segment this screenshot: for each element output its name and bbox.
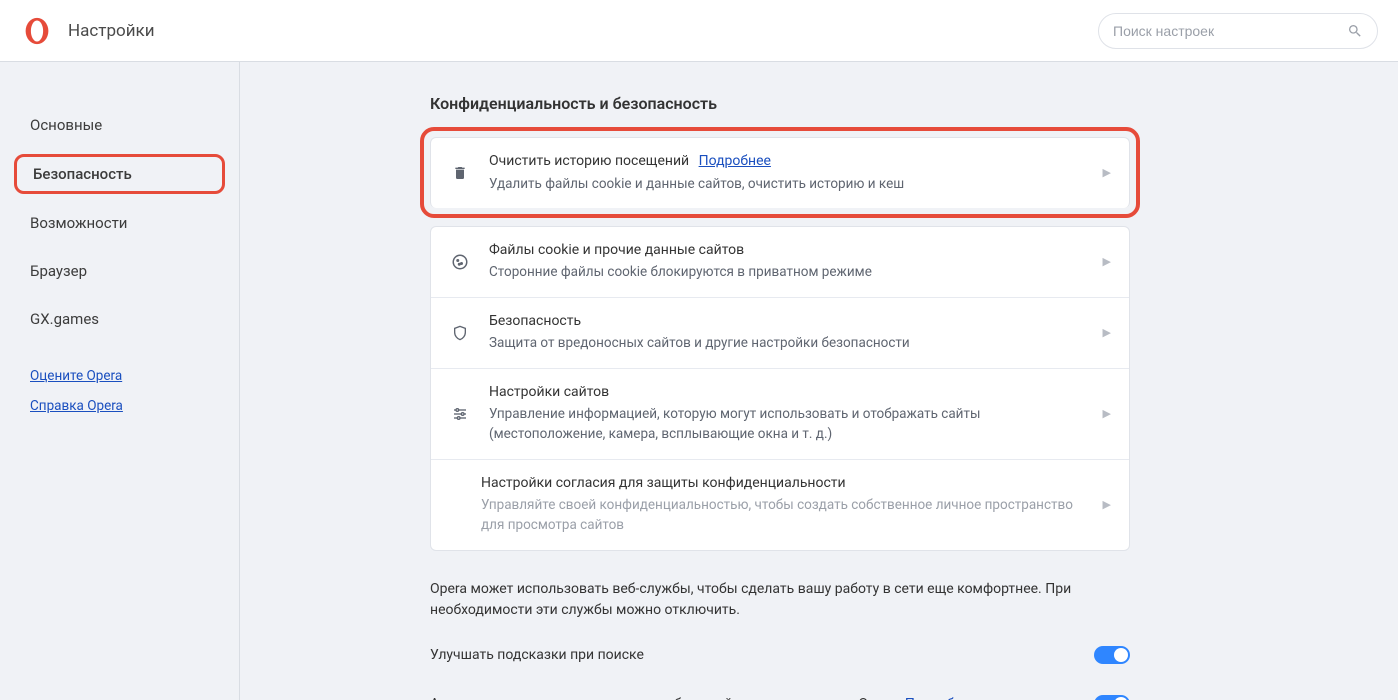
row-sub-text: Управление информацией, которую могут ис… xyxy=(489,404,1093,445)
chevron-right-icon: ▶ xyxy=(1103,166,1111,179)
chevron-right-icon: ▶ xyxy=(1103,407,1111,420)
sidebar-item-gxgames[interactable]: GX.games xyxy=(0,300,239,338)
search-icon xyxy=(1347,23,1363,39)
sidebar-item-security[interactable]: Безопасность xyxy=(14,154,225,194)
learn-more-link[interactable]: Подробнее xyxy=(905,696,977,700)
row-title-text: Настройки согласия для защиты конфиденци… xyxy=(481,474,1093,494)
row-security[interactable]: Безопасность Защита от вредоносных сайто… xyxy=(431,298,1129,369)
chevron-right-icon: ▶ xyxy=(1103,498,1111,511)
help-opera-link[interactable]: Справка Opera xyxy=(30,398,239,414)
row-site-settings[interactable]: Настройки сайтов Управление информацией,… xyxy=(431,369,1129,460)
toggle-label-text: Автоматически отправлять отчеты об авари… xyxy=(430,696,895,700)
shield-icon xyxy=(449,324,471,342)
section-heading-privacy: Конфиденциальность и безопасность xyxy=(430,94,1130,113)
web-services-note: Opera может использовать веб-службы, что… xyxy=(430,579,1130,621)
toggle-crash-reports[interactable] xyxy=(1094,695,1130,700)
sidebar-item-browser[interactable]: Браузер xyxy=(0,252,239,290)
toggle-row-crash-reports: Автоматически отправлять отчеты об авари… xyxy=(430,694,1130,700)
row-title-text: Очистить историю посещений xyxy=(489,153,689,169)
sliders-icon xyxy=(449,406,471,422)
trash-icon xyxy=(449,164,471,182)
row-sub-text: Сторонние файлы cookie блокируются в при… xyxy=(489,262,1093,282)
toggle-label-text: Улучшать подсказки при поиске xyxy=(430,647,644,663)
row-title-text: Файлы cookie и прочие данные сайтов xyxy=(489,241,1093,261)
chevron-right-icon: ▶ xyxy=(1103,326,1111,339)
page-title: Настройки xyxy=(68,21,155,41)
cookie-icon xyxy=(449,253,471,271)
sidebar: Основные Безопасность Возможности Браузе… xyxy=(0,62,240,700)
row-sub-text: Защита от вредоносных сайтов и другие на… xyxy=(489,333,1093,353)
row-sub-text: Управляйте своей конфиденциальностью, чт… xyxy=(481,495,1093,536)
row-cookies[interactable]: Файлы cookie и прочие данные сайтов Стор… xyxy=(431,227,1129,298)
sidebar-item-basic[interactable]: Основные xyxy=(0,106,239,144)
main-content: Конфиденциальность и безопасность Очисти… xyxy=(240,62,1398,700)
sidebar-item-features[interactable]: Возможности xyxy=(0,204,239,242)
row-consent-settings[interactable]: Настройки согласия для защиты конфиденци… xyxy=(431,460,1129,550)
opera-logo-icon xyxy=(22,16,52,46)
row-sub-text: Удалить файлы cookie и данные сайтов, оч… xyxy=(489,174,1093,194)
learn-more-link[interactable]: Подробнее xyxy=(699,153,771,169)
search-field[interactable] xyxy=(1098,13,1378,49)
toggle-row-search-suggestions: Улучшать подсказки при поиске xyxy=(430,645,1130,666)
toggle-search-suggestions[interactable] xyxy=(1094,646,1130,664)
chevron-right-icon: ▶ xyxy=(1103,255,1111,268)
search-input[interactable] xyxy=(1113,23,1347,39)
highlight-frame: Очистить историю посещений Подробнее Уда… xyxy=(420,127,1140,218)
row-title-text: Настройки сайтов xyxy=(489,383,1093,403)
row-clear-history[interactable]: Очистить историю посещений Подробнее Уда… xyxy=(430,137,1130,208)
header: Настройки xyxy=(0,0,1398,62)
rate-opera-link[interactable]: Оцените Opera xyxy=(30,368,239,384)
row-title-text: Безопасность xyxy=(489,312,1093,332)
